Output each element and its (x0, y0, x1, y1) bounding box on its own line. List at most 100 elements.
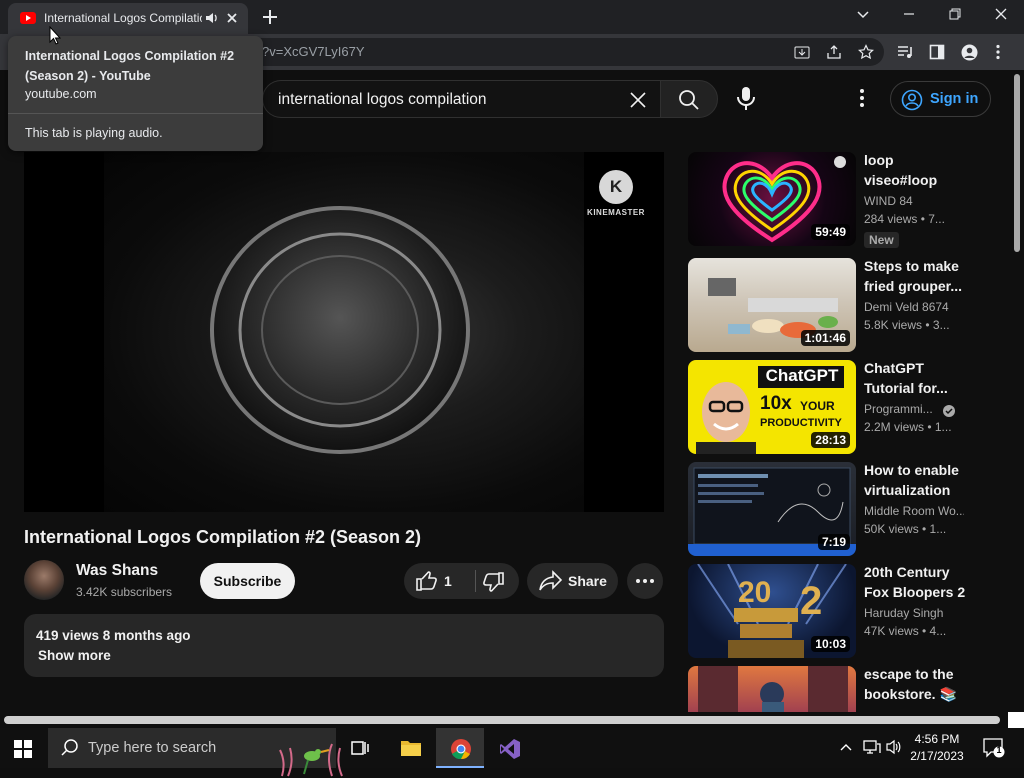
recommendation-meta: 2.2M views • 1... (864, 420, 952, 434)
recommendation-channel: Middle Room Wo... (864, 504, 964, 518)
chrome-taskbar-button[interactable] (436, 728, 484, 768)
browser-tab-strip: International Logos Compilation #2 (Seas… (0, 0, 1024, 34)
recommendation-thumbnail[interactable]: 20 2 10:03 (688, 564, 856, 658)
recommendation-thumbnail[interactable]: 1:01:46 (688, 258, 856, 352)
share-page-icon[interactable] (826, 44, 842, 60)
recommendation-thumbnail[interactable] (688, 666, 856, 712)
voice-search-icon[interactable] (734, 86, 758, 112)
new-tab-button[interactable] (259, 6, 281, 28)
recommendation-title[interactable]: ChatGPT Tutorial for... (864, 358, 968, 398)
svg-text:20: 20 (738, 576, 771, 609)
close-window-button[interactable] (993, 6, 1009, 22)
show-more-link[interactable]: Show more (38, 648, 111, 663)
start-button[interactable] (14, 740, 32, 758)
hover-card-divider (8, 113, 263, 114)
restore-button[interactable] (947, 6, 963, 22)
thumbs-up-icon (416, 571, 437, 591)
chrome-icon (451, 739, 471, 760)
settings-menu-icon[interactable] (853, 88, 871, 108)
minimize-button[interactable] (901, 6, 917, 22)
recommendation-item[interactable]: 59:49 loop viseo#loop WIND 84 284 views … (688, 150, 1008, 248)
close-tab-icon[interactable] (225, 11, 239, 25)
search-input[interactable]: international logos compilation (262, 80, 660, 118)
recommendation-thumbnail[interactable]: ChatGPT 10x YOUR PRODUCTIVITY 28:13 (688, 360, 856, 454)
clock-time: 4:56 PM (914, 732, 960, 746)
search-button[interactable] (660, 80, 718, 118)
kinemaster-logo-icon: K (599, 170, 633, 204)
more-actions-button[interactable] (627, 563, 663, 599)
duration-badge: 28:13 (811, 432, 850, 448)
sign-in-button[interactable]: Sign in (890, 81, 991, 117)
thumbnail-text-10x: 10x (760, 393, 792, 414)
subscriber-count: 3.42K subscribers (76, 585, 173, 599)
dislike-button[interactable] (482, 572, 504, 592)
recommendation-title[interactable]: loop viseo#loop (864, 150, 968, 190)
taskbar-search-box[interactable]: Type here to search (48, 728, 343, 777)
notification-count: 1 (996, 745, 1002, 755)
video-title: International Logos Compilation #2 (Seas… (24, 527, 422, 547)
like-button[interactable] (416, 571, 438, 591)
hover-card-title: International Logos Compilation #2 (Seas… (25, 49, 235, 83)
chrome-menu-icon[interactable] (995, 44, 1001, 60)
clear-search-icon[interactable] (628, 90, 648, 110)
recommendation-thumbnail[interactable]: 7:19 (688, 462, 856, 556)
duration-badge: 10:03 (811, 636, 850, 652)
recommendation-title[interactable]: Steps to make fried grouper... (864, 256, 968, 296)
horizontal-scroll-thumb[interactable] (4, 716, 1000, 724)
show-hidden-icons-chevron-icon[interactable] (839, 740, 853, 754)
visual-studio-button[interactable] (485, 728, 533, 768)
recommendation-item[interactable]: ChatGPT 10x YOUR PRODUCTIVITY 28:13 Chat… (688, 360, 1008, 454)
notification-center-button[interactable]: 1 (983, 738, 1005, 758)
hover-card-domain: youtube.com (25, 87, 97, 101)
url-text: ?v=XcGV7LyI67Y (262, 44, 365, 59)
more-horizontal-icon (636, 579, 654, 583)
recommendation-title[interactable]: 20th Century Fox Bloopers 2 (864, 562, 968, 602)
recommendation-title[interactable]: How to enable virtualization i... (864, 460, 968, 500)
file-explorer-button[interactable] (386, 728, 434, 768)
windows-taskbar: Type here to search 4:56 PM 2/17/2023 1 (0, 728, 1024, 777)
new-badge: New (864, 232, 899, 248)
share-label: Share (568, 573, 607, 589)
recommendation-item[interactable]: escape to the bookstore. 📚 ... (688, 666, 1008, 712)
install-icon[interactable] (794, 44, 810, 60)
subscribe-button[interactable]: Subscribe (200, 563, 295, 599)
tab-title: International Logos Compilation #2 (Seas… (44, 11, 202, 25)
duration-badge: 7:19 (817, 534, 850, 550)
visual-studio-icon (500, 739, 520, 759)
horizontal-scrollbar[interactable] (0, 712, 1024, 728)
recommendation-channel: Demi Veld 8674 (864, 300, 949, 314)
channel-avatar[interactable] (24, 560, 64, 600)
video-player[interactable]: K KINEMASTER (24, 152, 664, 512)
recommendation-item[interactable]: 20 2 10:03 20th Century Fox Bloopers 2 H… (688, 564, 1008, 658)
system-clock[interactable]: 4:56 PM 2/17/2023 (906, 731, 968, 765)
watermark-text: KINEMASTER (587, 208, 645, 217)
browser-tab[interactable]: International Logos Compilation #2 (Seas… (8, 3, 248, 34)
description-box[interactable]: 419 views 8 months ago Show more (24, 614, 664, 677)
speaker-icon[interactable] (205, 12, 219, 24)
task-view-button[interactable] (336, 728, 384, 768)
recommendation-meta: 47K views • 4... (864, 624, 947, 638)
recommendation-item[interactable]: 1:01:46 Steps to make fried grouper... D… (688, 258, 1008, 352)
profile-icon[interactable] (961, 44, 978, 61)
media-control-icon[interactable] (897, 44, 915, 60)
thumbnail-text-chatgpt: ChatGPT (765, 366, 839, 385)
recommendation-thumbnail[interactable]: 59:49 (688, 152, 856, 246)
channel-name[interactable]: Was Shans (76, 562, 158, 580)
bookmark-star-icon[interactable] (858, 44, 874, 60)
recommendation-title[interactable]: escape to the bookstore. 📚 ... (864, 666, 968, 704)
side-panel-icon[interactable] (929, 44, 945, 60)
recommendation-item[interactable]: 7:19 How to enable virtualization i... M… (688, 462, 1008, 556)
vertical-scroll-thumb[interactable] (1014, 74, 1020, 252)
share-button[interactable]: Share (527, 563, 618, 599)
like-divider (475, 570, 476, 592)
hover-card-audio-status: This tab is playing audio. (25, 126, 163, 140)
network-icon[interactable] (863, 739, 881, 755)
vertical-scrollbar[interactable] (1010, 70, 1024, 710)
search-icon (679, 90, 699, 110)
volume-icon[interactable] (886, 739, 902, 755)
mouse-cursor-icon (49, 26, 61, 46)
search-query: international logos compilation (278, 91, 487, 108)
clock-date: 2/17/2023 (910, 749, 964, 763)
tab-search-icon[interactable] (855, 6, 871, 22)
views-and-date: 419 views 8 months ago (36, 628, 191, 643)
